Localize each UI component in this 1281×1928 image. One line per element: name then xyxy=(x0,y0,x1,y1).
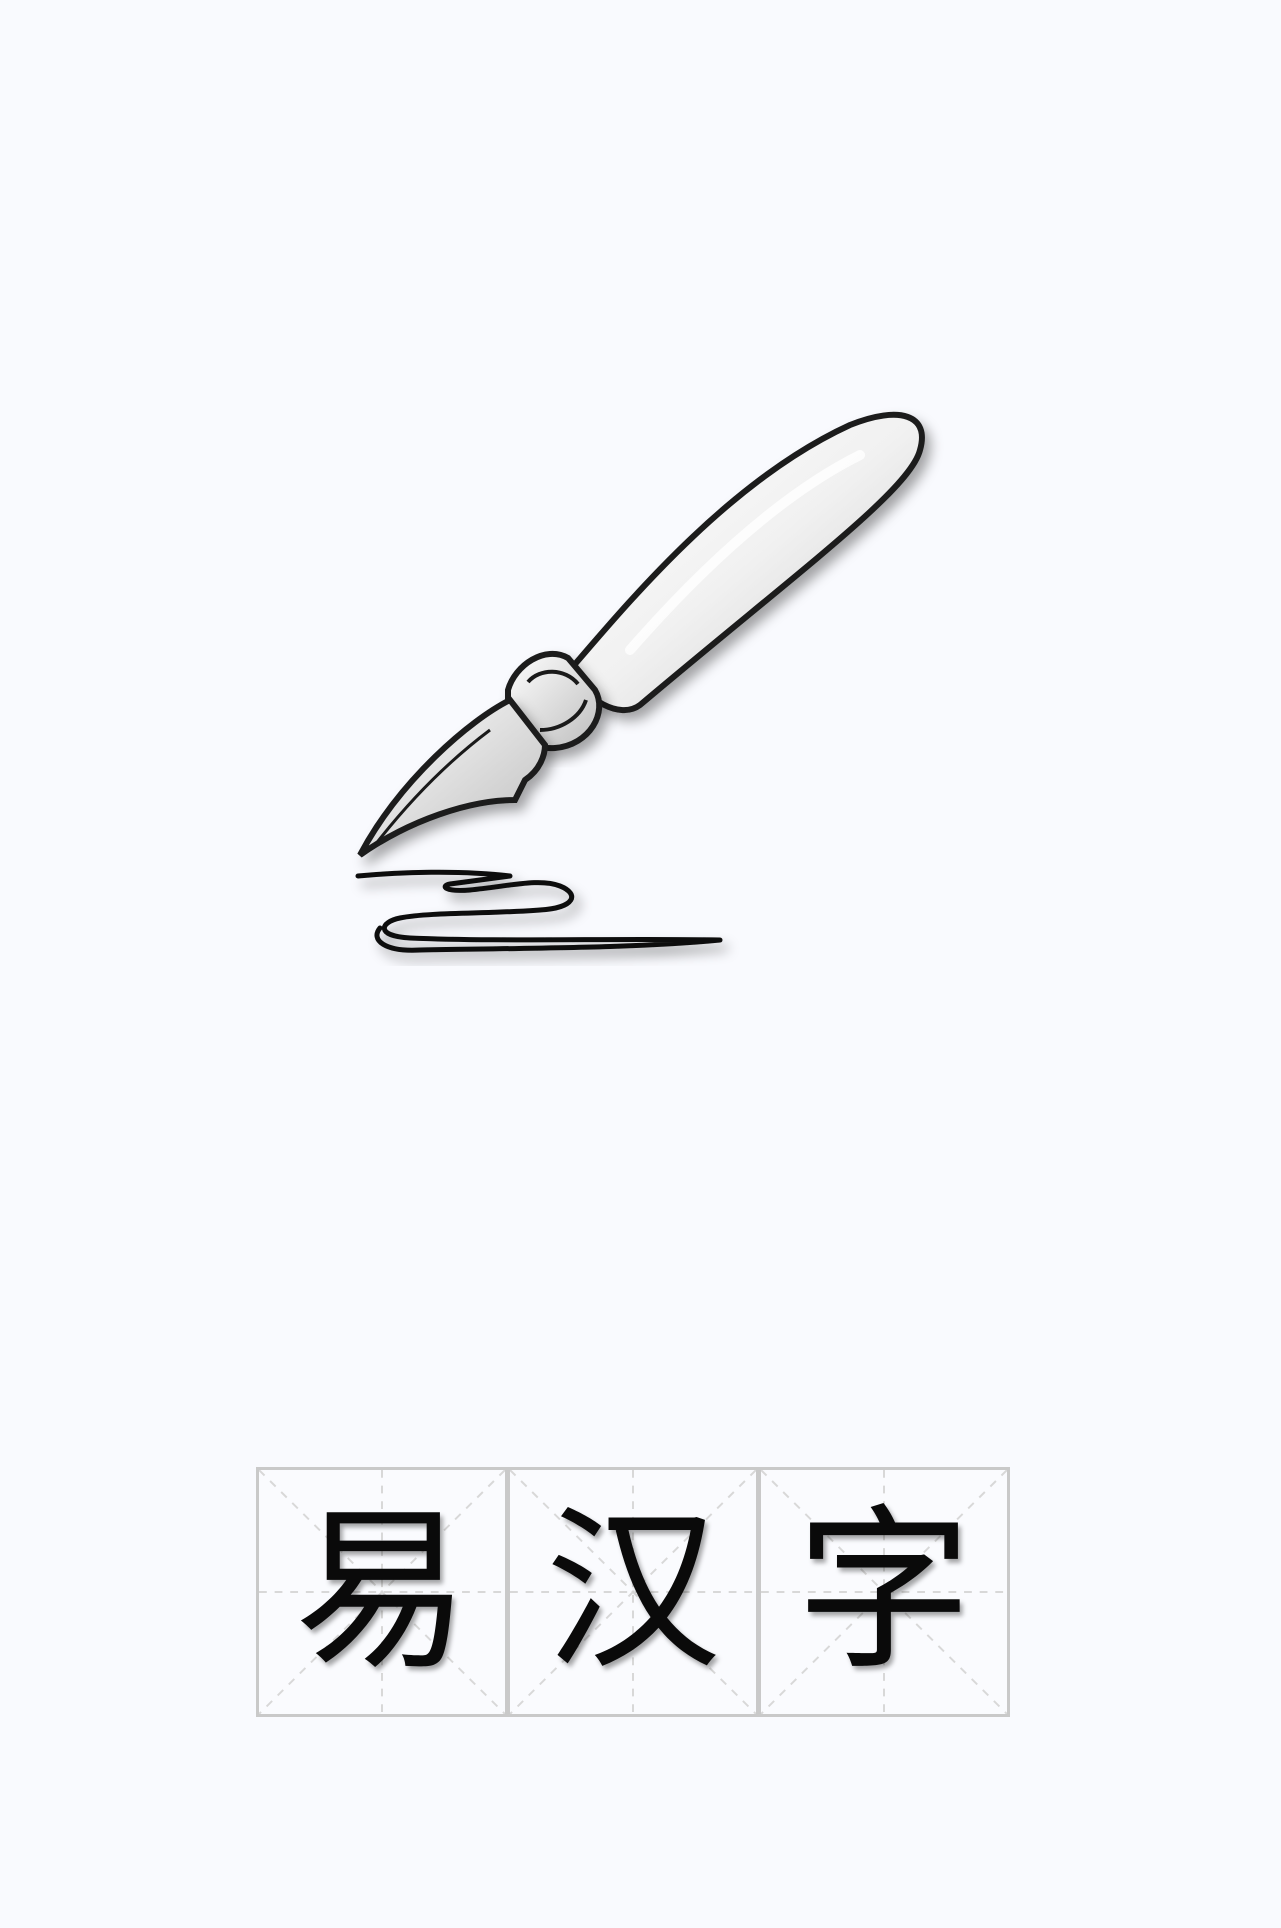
title-cell-3: 字 xyxy=(758,1467,1010,1717)
fountain-pen-icon xyxy=(340,400,980,980)
title-character: 汉 xyxy=(544,1489,721,1694)
splash-screen: 易 汉 字 xyxy=(0,0,1281,1928)
title-character: 字 xyxy=(795,1489,972,1694)
title-cell-2: 汉 xyxy=(507,1467,759,1717)
title-cell-1: 易 xyxy=(256,1467,508,1717)
app-title-grid: 易 汉 字 xyxy=(256,1467,1012,1717)
title-character: 易 xyxy=(293,1489,470,1694)
